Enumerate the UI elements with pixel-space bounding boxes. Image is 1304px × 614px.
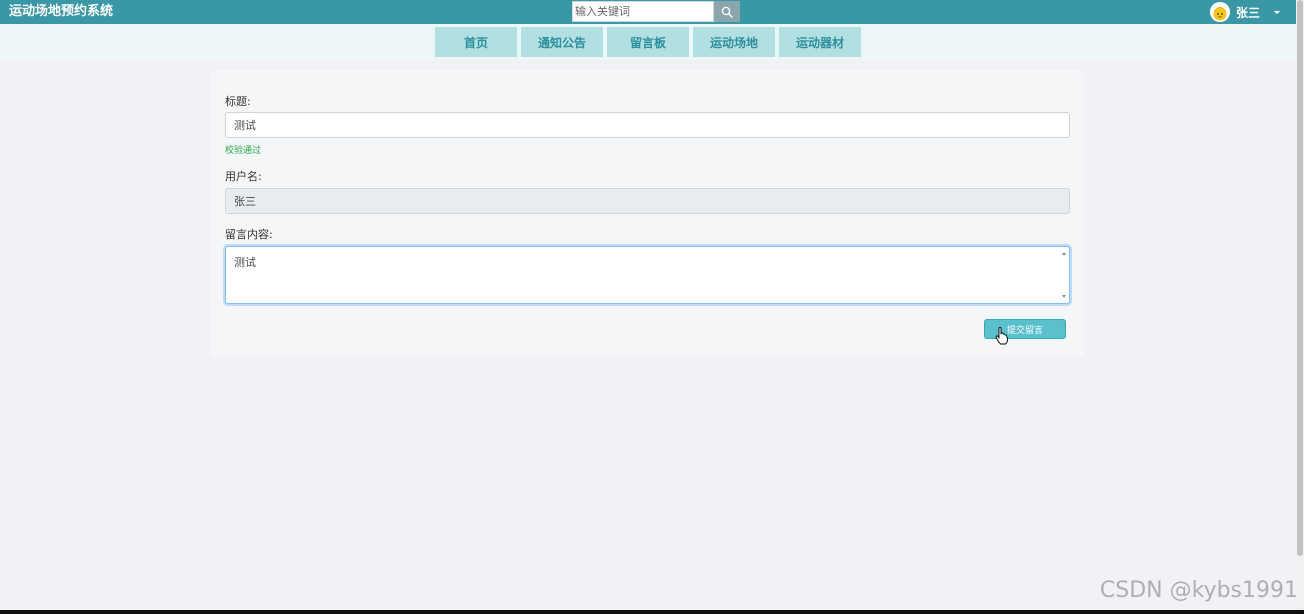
user-name: 张三 <box>1236 5 1261 20</box>
avatar-icon <box>1210 2 1230 22</box>
title-validation-message: 校验通过 <box>225 146 262 156</box>
message-form-card: 标题: 校验通过 用户名: 留言内容: 测试 提交留言 <box>211 70 1084 357</box>
nav-item-equipment[interactable]: 运动器材 <box>779 27 861 57</box>
username-label: 用户名: <box>225 170 262 183</box>
user-menu[interactable]: 张三 <box>1210 1 1281 23</box>
chevron-down-icon <box>1274 10 1281 14</box>
hand-cursor-icon <box>995 327 1008 345</box>
scroll-down-icon[interactable] <box>1062 295 1066 298</box>
search-input[interactable] <box>572 1 714 22</box>
nav-item-message-board[interactable]: 留言板 <box>607 27 689 57</box>
top-header-bar: 运动场地预约系统 张三 <box>0 0 1296 24</box>
page-scrollbar[interactable] <box>1296 0 1304 610</box>
nav-item-notices[interactable]: 通知公告 <box>521 27 603 57</box>
nav-item-home[interactable]: 首页 <box>435 27 517 57</box>
title-input[interactable] <box>225 112 1070 138</box>
nav-list: 首页 通知公告 留言板 运动场地 运动器材 <box>435 27 861 57</box>
watermark-text: CSDN @kybs1991 <box>1099 578 1298 603</box>
bottom-edge <box>0 610 1304 614</box>
username-input <box>225 188 1070 214</box>
content-textarea[interactable]: 测试 <box>225 246 1070 304</box>
content-label: 留言内容: <box>225 228 273 241</box>
avatar <box>1210 2 1230 22</box>
search-icon <box>721 6 733 18</box>
scroll-up-icon[interactable] <box>1062 252 1066 255</box>
textarea-scrollbar[interactable] <box>1060 248 1068 302</box>
search-button[interactable] <box>714 1 740 22</box>
site-brand[interactable]: 运动场地预约系统 <box>9 3 113 21</box>
title-label: 标题: <box>225 95 251 108</box>
nav-item-venues[interactable]: 运动场地 <box>693 27 775 57</box>
main-nav: 首页 通知公告 留言板 运动场地 运动器材 <box>0 24 1296 60</box>
page-scrollbar-thumb[interactable] <box>1297 0 1303 556</box>
search-bar <box>572 1 740 22</box>
